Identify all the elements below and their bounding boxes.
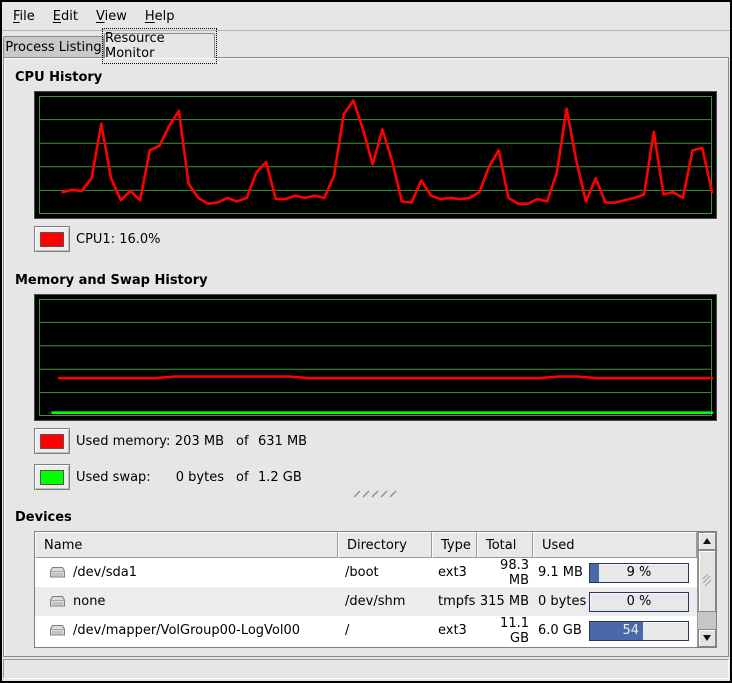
device-type: tmpfs bbox=[432, 594, 477, 609]
device-row-sda1[interactable]: /dev/sda1 /boot ext3 98.3 MB 9.1 MB 9 % bbox=[35, 558, 697, 587]
devices-table: Name Directory Type Total Used /dev/sda1 bbox=[34, 531, 717, 648]
device-used: 6.0 GB bbox=[533, 623, 589, 638]
used-swap-color bbox=[40, 470, 64, 485]
tab-resource-monitor-label: Resource Monitor bbox=[105, 31, 214, 61]
column-header-name[interactable]: Name bbox=[35, 532, 338, 558]
menu-file[interactable]: File bbox=[4, 4, 44, 29]
devices-title: Devices bbox=[15, 510, 72, 525]
device-type: ext3 bbox=[432, 565, 477, 580]
device-used: 9.1 MB bbox=[533, 565, 589, 580]
used-swap-value: 0 bytes bbox=[134, 470, 224, 485]
menubar: File Edit View Help bbox=[2, 2, 730, 31]
drive-icon bbox=[49, 566, 66, 579]
device-usage-bar: 54 % bbox=[589, 621, 689, 641]
usage-percent-label: 54 % bbox=[590, 622, 688, 640]
resource-monitor-page: CPU History CPU1: 16.0% Memory and Swap … bbox=[3, 57, 729, 657]
scrollbar-track[interactable] bbox=[698, 612, 716, 629]
device-total: 11.1 GB bbox=[477, 616, 533, 646]
device-directory: /dev/shm bbox=[338, 594, 432, 609]
device-name: /dev/sda1 bbox=[73, 565, 137, 580]
drive-icon bbox=[49, 595, 66, 608]
cpu-history-title: CPU History bbox=[15, 70, 102, 85]
cpu-history-graph bbox=[34, 91, 717, 219]
used-swap-total: 1.2 GB bbox=[258, 470, 302, 485]
used-memory-of: of bbox=[236, 434, 249, 449]
column-header-total[interactable]: Total bbox=[477, 532, 533, 558]
device-row-logvol00[interactable]: /dev/mapper/VolGroup00-LogVol00 / ext3 1… bbox=[35, 616, 697, 645]
column-header-used[interactable]: Used bbox=[533, 532, 697, 558]
vertical-scrollbar[interactable] bbox=[697, 532, 716, 647]
down-arrow-icon bbox=[703, 635, 711, 641]
drive-icon bbox=[49, 624, 66, 637]
device-directory: / bbox=[338, 623, 432, 638]
tab-resource-monitor[interactable]: Resource Monitor bbox=[104, 33, 215, 58]
used-memory-color bbox=[40, 434, 64, 449]
used-memory-color-swatch bbox=[34, 428, 70, 454]
scrollbar-thumb[interactable] bbox=[698, 550, 716, 612]
pane-resize-grip[interactable] bbox=[353, 489, 399, 499]
memory-swap-title: Memory and Swap History bbox=[15, 273, 208, 288]
device-total: 98.3 MB bbox=[477, 558, 533, 588]
cpu1-color bbox=[40, 232, 64, 247]
column-header-directory[interactable]: Directory bbox=[338, 532, 432, 558]
used-memory-total: 631 MB bbox=[258, 434, 307, 449]
up-arrow-icon bbox=[703, 538, 711, 544]
status-bar bbox=[3, 659, 729, 679]
device-name: none bbox=[73, 594, 105, 609]
system-monitor-window: File Edit View Help Process Listing Reso… bbox=[0, 0, 732, 683]
column-header-type[interactable]: Type bbox=[432, 532, 477, 558]
tab-process-listing-label: Process Listing bbox=[5, 40, 101, 55]
memory-swap-graph bbox=[34, 294, 717, 421]
device-directory: /boot bbox=[338, 565, 432, 580]
device-total: 315 MB bbox=[477, 594, 533, 609]
cpu1-color-swatch bbox=[34, 226, 70, 252]
device-type: ext3 bbox=[432, 623, 477, 638]
scroll-down-button[interactable] bbox=[698, 629, 716, 647]
cpu1-legend-label: CPU1: 16.0% bbox=[76, 232, 161, 247]
devices-table-header: Name Directory Type Total Used bbox=[35, 532, 697, 558]
scroll-up-button[interactable] bbox=[698, 532, 716, 550]
device-usage-bar: 9 % bbox=[589, 563, 689, 583]
usage-percent-label: 0 % bbox=[590, 593, 688, 611]
used-swap-of: of bbox=[236, 470, 249, 485]
used-memory-value: 203 MB bbox=[134, 434, 224, 449]
device-used: 0 bytes bbox=[533, 594, 589, 609]
device-name: /dev/mapper/VolGroup00-LogVol00 bbox=[73, 623, 300, 638]
menu-view[interactable]: View bbox=[87, 4, 136, 29]
used-swap-color-swatch bbox=[34, 464, 70, 490]
tab-strip: Process Listing Resource Monitor bbox=[2, 32, 730, 58]
thumb-grip-icon bbox=[702, 574, 712, 588]
menu-edit[interactable]: Edit bbox=[44, 4, 87, 29]
device-usage-bar: 0 % bbox=[589, 592, 689, 612]
menu-help[interactable]: Help bbox=[136, 4, 184, 29]
usage-percent-label: 9 % bbox=[590, 564, 688, 582]
tab-process-listing[interactable]: Process Listing bbox=[3, 36, 104, 58]
device-row-none[interactable]: none /dev/shm tmpfs 315 MB 0 bytes 0 % bbox=[35, 587, 697, 616]
